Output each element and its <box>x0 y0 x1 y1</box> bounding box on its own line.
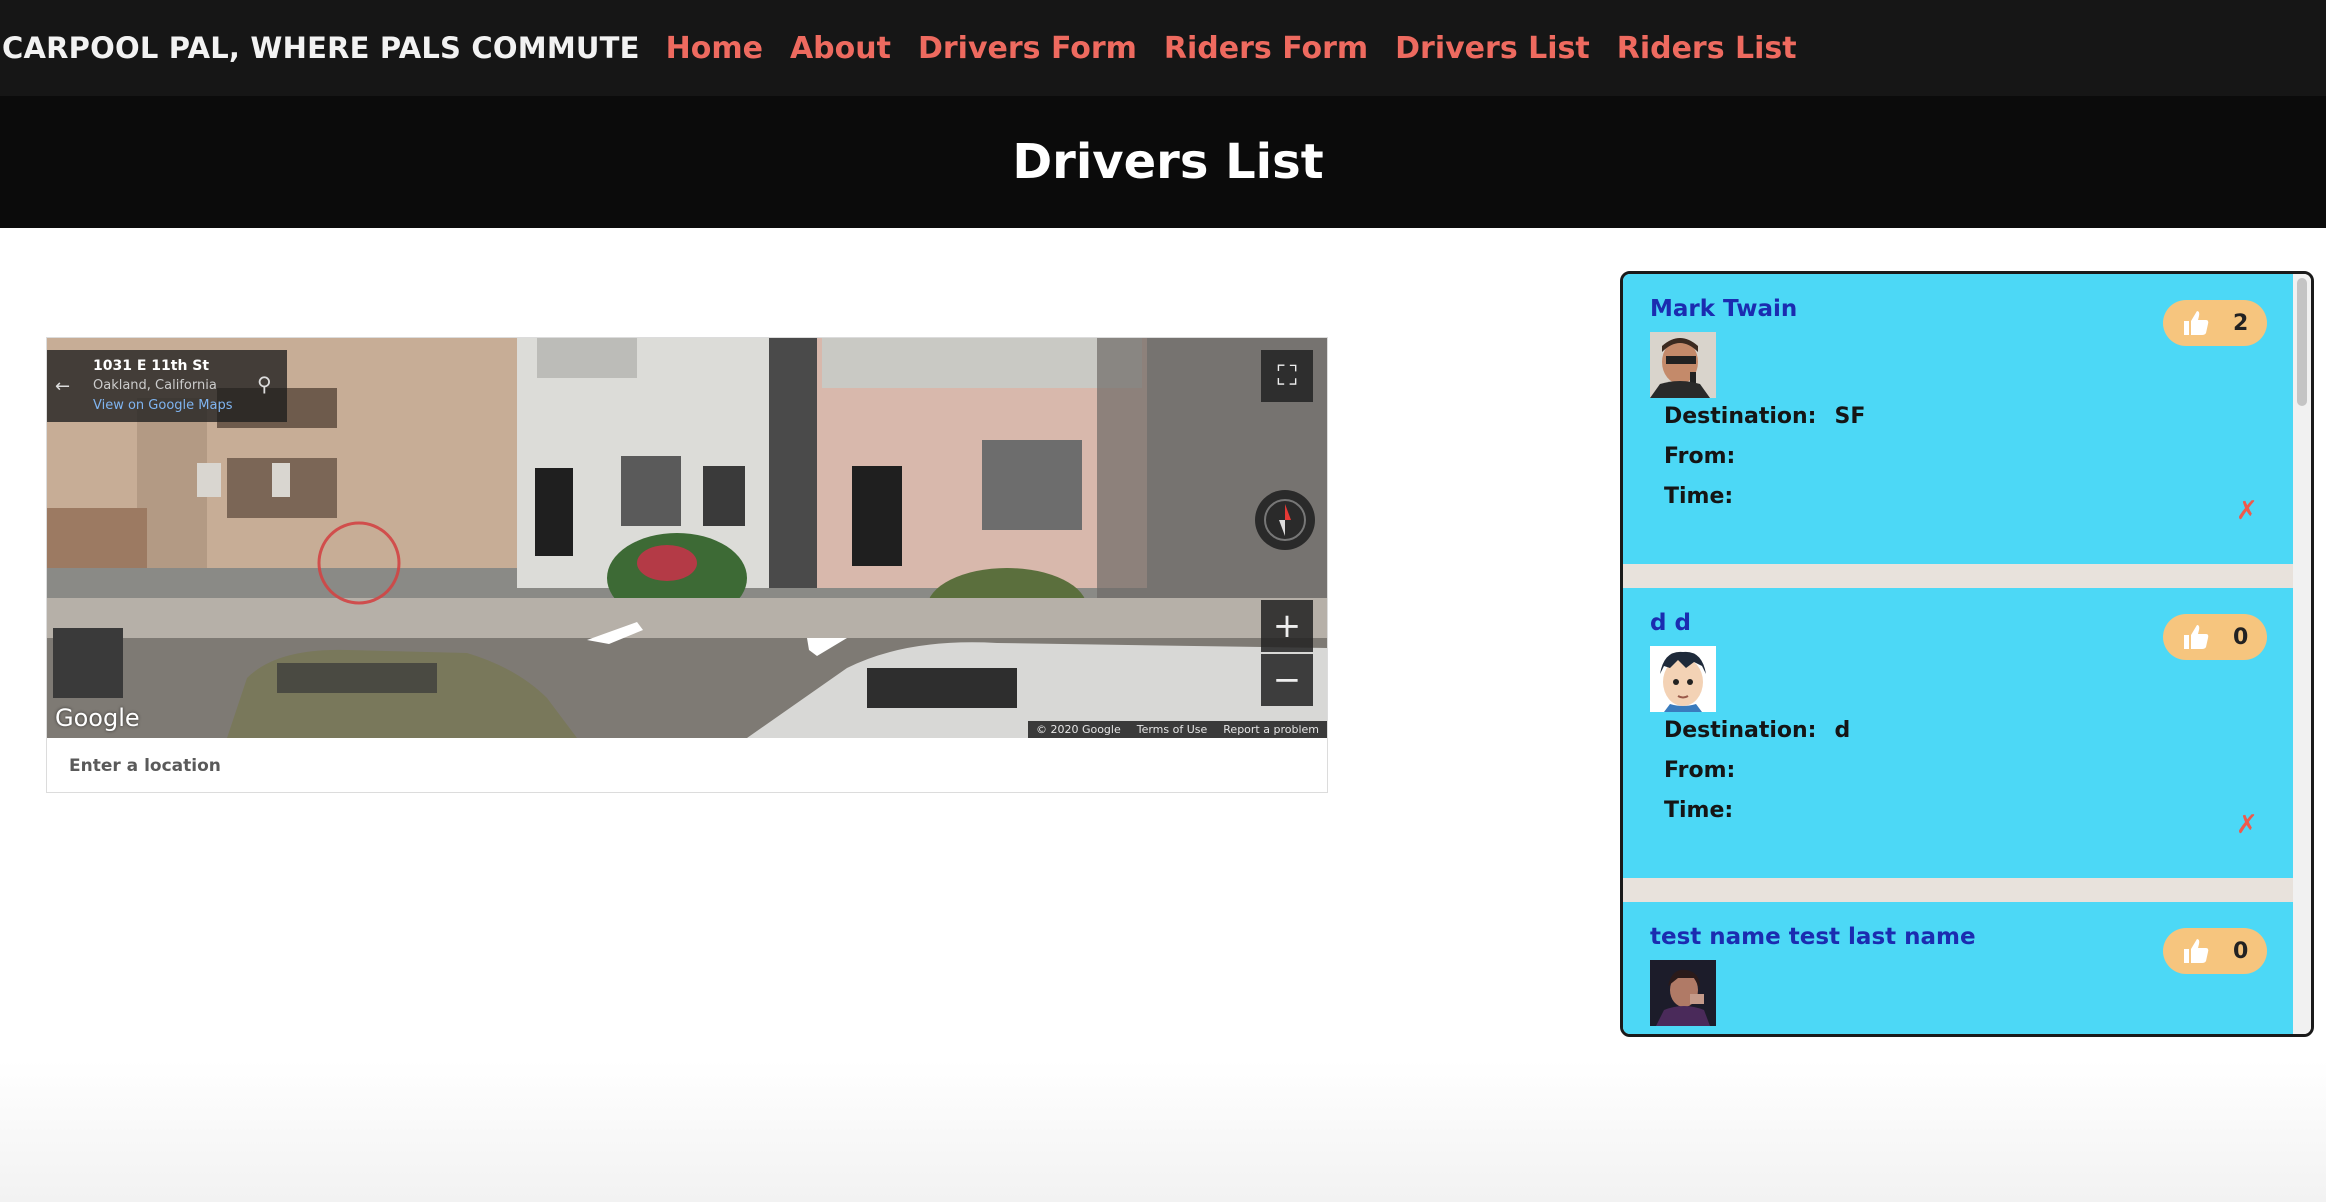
from-label: From: <box>1664 758 1736 783</box>
back-arrow-icon[interactable]: ← <box>55 376 70 397</box>
destination-row: Destination: d <box>1664 718 1850 743</box>
terms-of-use-link[interactable]: Terms of Use <box>1129 723 1216 736</box>
like-button[interactable]: 0 <box>2163 614 2267 660</box>
street-view[interactable]: ← 1031 E 11th St Oakland, California Vie… <box>47 338 1327 738</box>
from-row: From: <box>1664 444 1753 469</box>
destination-label: Destination: <box>1664 718 1817 743</box>
driver-name[interactable]: test name test last name <box>1650 924 1976 950</box>
destination-row: Destination: SF <box>1664 404 1865 429</box>
avatar <box>1650 960 1716 1026</box>
page-title: Drivers List <box>1012 134 1324 190</box>
time-label: Time: <box>1664 798 1734 823</box>
like-count: 0 <box>2233 624 2249 650</box>
destination-value: SF <box>1834 404 1866 429</box>
map-card: ← 1031 E 11th St Oakland, California Vie… <box>46 337 1328 793</box>
time-row: Time: <box>1664 798 1751 823</box>
avatar <box>1650 332 1716 398</box>
driver-card: test name test last name 0 <box>1623 902 2293 1034</box>
thumbs-up-icon <box>2184 625 2209 649</box>
address-street: 1031 E 11th St <box>93 358 210 374</box>
location-search-input[interactable] <box>47 740 1327 792</box>
delete-icon[interactable]: ✗ <box>2236 810 2258 840</box>
view-on-google-maps-link[interactable]: View on Google Maps <box>93 398 233 413</box>
from-row: From: <box>1664 758 1753 783</box>
thumbs-up-icon <box>2184 311 2209 335</box>
drivers-list-panel[interactable]: Mark Twain 2 Destination: SF From: Time:… <box>1620 271 2314 1037</box>
nav-link-drivers-list[interactable]: Drivers List <box>1395 31 1590 66</box>
driver-card: Mark Twain 2 Destination: SF From: Time:… <box>1623 274 2293 564</box>
from-label: From: <box>1664 444 1736 469</box>
nav-link-home[interactable]: Home <box>666 31 763 66</box>
navbar: CARPOOL PAL, WHERE PALS COMMUTE Home Abo… <box>0 0 2326 96</box>
nav-links: Home About Drivers Form Riders Form Driv… <box>666 31 1824 66</box>
destination-value: d <box>1834 718 1851 743</box>
scrollbar[interactable] <box>2293 274 2311 1034</box>
address-box: ← 1031 E 11th St Oakland, California Vie… <box>47 350 287 422</box>
brand-title[interactable]: CARPOOL PAL, WHERE PALS COMMUTE <box>2 31 640 65</box>
like-count: 0 <box>2233 938 2249 964</box>
page-header: Drivers List <box>0 96 2326 228</box>
fullscreen-icon[interactable]: ⛶ <box>1261 350 1313 402</box>
address-city: Oakland, California <box>93 378 217 393</box>
like-count: 2 <box>2233 310 2249 336</box>
delete-icon[interactable]: ✗ <box>2236 496 2258 526</box>
location-pin-icon[interactable]: ⚲ <box>257 372 272 396</box>
driver-name[interactable]: Mark Twain <box>1650 296 1797 322</box>
time-label: Time: <box>1664 484 1734 509</box>
plus-icon: + <box>1272 606 1302 646</box>
driver-card: d d 0 Destination: d From: Time: ✗ <box>1623 588 2293 878</box>
report-problem-link[interactable]: Report a problem <box>1215 723 1327 736</box>
avatar <box>1650 646 1716 712</box>
copyright-text: © 2020 Google <box>1035 723 1121 736</box>
zoom-in-button[interactable]: + <box>1261 600 1313 652</box>
nav-link-drivers-form[interactable]: Drivers Form <box>918 31 1137 66</box>
destination-label: Destination: <box>1664 404 1817 429</box>
map-footer: © 2020 Google Terms of Use Report a prob… <box>1027 721 1327 738</box>
driver-list: Mark Twain 2 Destination: SF From: Time:… <box>1623 274 2293 1034</box>
nav-link-riders-list[interactable]: Riders List <box>1617 31 1797 66</box>
like-button[interactable]: 0 <box>2163 928 2267 974</box>
zoom-out-button[interactable]: − <box>1261 654 1313 706</box>
nav-link-riders-form[interactable]: Riders Form <box>1164 31 1368 66</box>
thumbs-up-icon <box>2184 939 2209 963</box>
driver-name[interactable]: d d <box>1650 610 1691 636</box>
time-row: Time: <box>1664 484 1751 509</box>
compass-icon[interactable] <box>1255 490 1315 550</box>
minus-icon: − <box>1272 660 1302 700</box>
google-logo: Google <box>55 704 140 732</box>
nav-link-about[interactable]: About <box>790 31 891 66</box>
scrollbar-thumb[interactable] <box>2297 278 2307 406</box>
like-button[interactable]: 2 <box>2163 300 2267 346</box>
